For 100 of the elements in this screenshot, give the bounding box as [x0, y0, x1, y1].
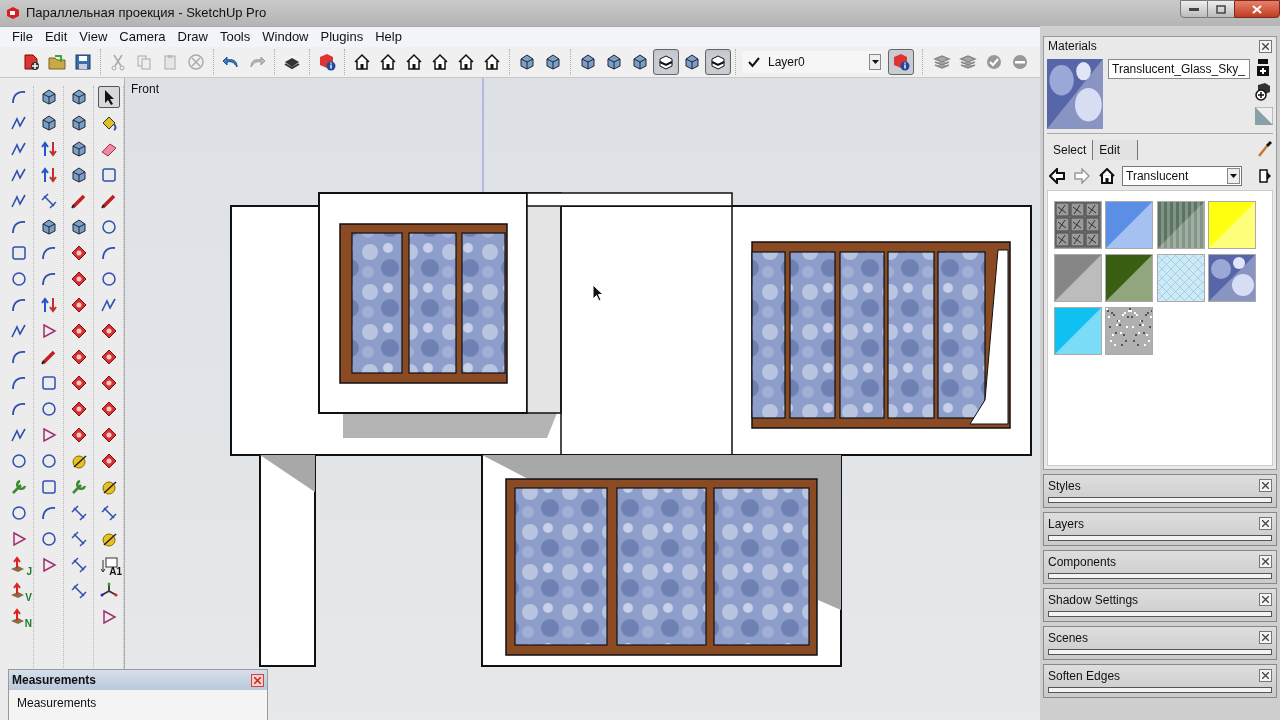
material-swatch[interactable] — [1105, 307, 1154, 355]
mouse-cursor-icon — [592, 284, 604, 302]
material-swatch[interactable] — [1207, 201, 1256, 249]
tool-button[interactable] — [98, 86, 120, 108]
diamond-tool-icon — [70, 322, 88, 340]
polygon-icon — [40, 556, 58, 574]
layer-info-button[interactable] — [888, 49, 914, 75]
freehand-line-icon — [10, 140, 28, 158]
collapsed-tray[interactable]: Styles — [1043, 474, 1277, 508]
tool-letter: V — [25, 593, 32, 603]
square-icon — [10, 244, 28, 262]
wrench-icon — [10, 478, 28, 496]
diamond-tool-icon — [100, 348, 118, 366]
cube-icon — [70, 166, 88, 184]
menu-item[interactable]: Window — [256, 28, 315, 46]
tab[interactable]: Edit — [1092, 140, 1139, 160]
diamond-tool-icon — [100, 322, 118, 340]
material-swatch[interactable] — [1156, 201, 1205, 249]
document-icon — [22, 53, 40, 71]
collapsed-tray[interactable]: Shadow Settings — [1043, 588, 1277, 622]
freehand-line-icon — [10, 322, 28, 340]
tray-title: Components — [1048, 553, 1117, 571]
tool-button[interactable]: V — [8, 580, 30, 602]
tool-button[interactable]: J — [8, 554, 30, 576]
home-button[interactable] — [1097, 166, 1117, 186]
display-style-icon — [709, 53, 727, 71]
diamond-tool-icon — [70, 348, 88, 366]
diamond-tool-icon — [70, 374, 88, 392]
freehand-line-icon — [10, 114, 28, 132]
tape-measure-icon — [70, 452, 88, 470]
material-swatch[interactable] — [1105, 254, 1154, 302]
close-button[interactable] — [1259, 555, 1272, 568]
minus-circle-icon — [1011, 53, 1029, 71]
freehand-line-icon — [100, 296, 118, 314]
pencil-icon — [100, 192, 118, 210]
forward-button[interactable] — [1072, 166, 1092, 186]
collapsed-tray[interactable]: Components — [1043, 550, 1277, 584]
close-button[interactable] — [1259, 669, 1272, 682]
close-button[interactable] — [1259, 479, 1272, 492]
details-button[interactable] — [1257, 166, 1273, 186]
material-preview — [1047, 59, 1103, 129]
diamond-tool-icon — [70, 270, 88, 288]
material-swatch[interactable] — [1054, 254, 1102, 302]
tool-button[interactable]: A1 — [98, 554, 120, 576]
material-swatch[interactable] — [1054, 307, 1102, 355]
add-material-icon — [1255, 83, 1271, 101]
close-button[interactable] — [1259, 39, 1272, 53]
square-icon — [40, 478, 58, 496]
menu-item[interactable]: Tools — [213, 28, 257, 46]
model-info-icon — [318, 53, 336, 71]
clipboard-icon — [161, 53, 179, 71]
cube-icon — [40, 88, 58, 106]
minimize-button[interactable] — [1180, 0, 1208, 18]
menu-item[interactable]: File — [6, 28, 39, 46]
house-icon — [379, 53, 397, 71]
house-icon — [431, 53, 449, 71]
collapsed-tray[interactable]: Layers — [1043, 512, 1277, 546]
close-button[interactable] — [1259, 593, 1272, 606]
material-name-field[interactable]: Translucent_Glass_Sky_ — [1108, 59, 1250, 79]
menu-item[interactable]: View — [73, 28, 114, 46]
app-logo-icon — [6, 6, 20, 20]
collection-dropdown[interactable]: Translucent — [1122, 166, 1242, 186]
diamond-tool-icon — [100, 426, 118, 444]
menu-item[interactable]: Draw — [171, 28, 214, 46]
maximize-button[interactable] — [1208, 0, 1234, 18]
square-icon — [40, 374, 58, 392]
cancel-icon — [187, 53, 205, 71]
arc-icon — [10, 348, 28, 366]
cube-icon — [544, 53, 562, 71]
layer-dropdown[interactable]: Layer0 — [742, 51, 882, 73]
close-button[interactable] — [251, 673, 264, 687]
pencil-icon — [40, 348, 58, 366]
circle-icon — [10, 270, 28, 288]
menu-item[interactable]: Edit — [38, 28, 74, 46]
material-swatch[interactable] — [1207, 254, 1256, 302]
material-swatch[interactable] — [1054, 201, 1102, 249]
dimension-line-icon — [40, 192, 58, 210]
house-icon — [457, 53, 475, 71]
menu-item[interactable]: Camera — [113, 28, 172, 46]
tray-title: Layers — [1048, 515, 1085, 533]
circle-icon — [100, 218, 118, 236]
model-info-icon — [892, 53, 910, 71]
close-button[interactable] — [1259, 631, 1272, 644]
close-icon — [1252, 4, 1262, 14]
tool-letter: J — [26, 567, 32, 577]
circle-icon — [10, 504, 28, 522]
material-swatch[interactable] — [1105, 201, 1154, 249]
minimize-icon — [1189, 7, 1199, 11]
tape-measure-icon — [100, 530, 118, 548]
collapsed-tray[interactable]: Soften Edges — [1043, 664, 1277, 698]
diamond-tool-icon — [70, 296, 88, 314]
back-button[interactable] — [1047, 166, 1067, 186]
close-button[interactable] — [1234, 0, 1280, 18]
material-swatch[interactable] — [1156, 254, 1205, 302]
tool-button[interactable]: N — [8, 606, 30, 628]
arc-icon — [10, 296, 28, 314]
collapsed-tray[interactable]: Scenes — [1043, 626, 1277, 660]
menu-item[interactable]: Plugins — [314, 28, 370, 46]
close-button[interactable] — [1259, 517, 1272, 530]
menu-item[interactable]: Help — [369, 28, 408, 46]
